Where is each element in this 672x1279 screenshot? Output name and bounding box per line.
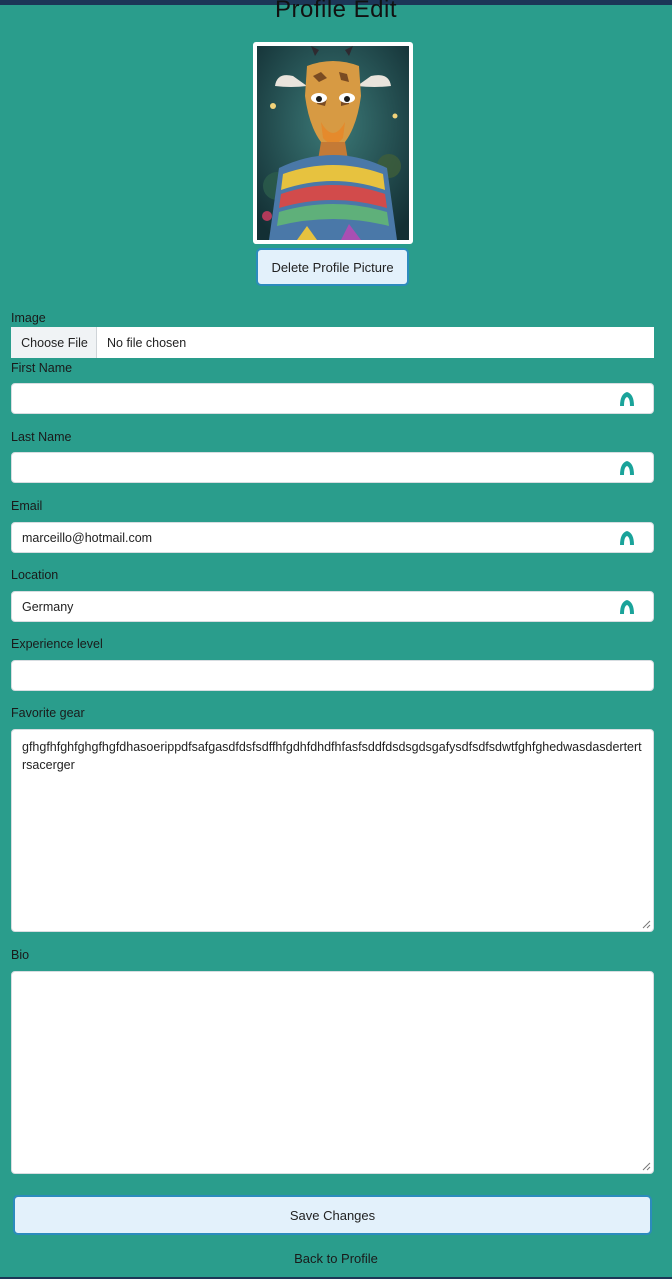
autofill-icon[interactable]	[619, 530, 635, 546]
profile-picture	[253, 42, 413, 244]
autofill-icon[interactable]	[619, 599, 635, 615]
page-title: Profile Edit	[274, 0, 398, 23]
file-status-text: No file chosen	[107, 335, 187, 350]
giraffe-portrait-image	[257, 46, 409, 240]
favorite-gear-label: Favorite gear	[11, 706, 85, 720]
location-label: Location	[11, 568, 59, 582]
location-value: Germany	[22, 599, 74, 614]
autofill-icon[interactable]	[619, 391, 635, 407]
image-label: Image	[11, 311, 46, 325]
delete-profile-picture-button[interactable]: Delete Profile Picture	[256, 248, 409, 286]
back-to-profile-link[interactable]: Back to Profile	[0, 1251, 672, 1266]
favorite-gear-textarea[interactable]: gfhgfhfghfghgfhgfdhasoerippdfsafgasdfdsf…	[11, 729, 654, 932]
last-name-label: Last Name	[11, 430, 72, 444]
resize-grip-icon[interactable]	[642, 920, 651, 929]
email-field[interactable]: marceillo@hotmail.com	[11, 522, 654, 553]
bio-textarea[interactable]	[11, 971, 654, 1174]
experience-level-field[interactable]	[11, 660, 654, 691]
bio-label: Bio	[11, 948, 30, 962]
last-name-field[interactable]	[11, 452, 654, 483]
location-field[interactable]: Germany	[11, 591, 654, 622]
favorite-gear-value: gfhgfhfghfghgfhgfdhasoerippdfsafgasdfdsf…	[22, 740, 642, 772]
first-name-field[interactable]	[11, 383, 654, 414]
save-changes-button[interactable]: Save Changes	[13, 1195, 652, 1235]
resize-grip-icon[interactable]	[642, 1162, 651, 1171]
first-name-label: First Name	[11, 361, 73, 375]
image-file-input[interactable]: Choose File No file chosen	[11, 327, 654, 358]
autofill-icon[interactable]	[619, 460, 635, 476]
experience-level-label: Experience level	[11, 637, 103, 651]
choose-file-button[interactable]: Choose File	[11, 327, 97, 358]
email-label: Email	[11, 499, 43, 513]
email-value: marceillo@hotmail.com	[22, 530, 153, 545]
